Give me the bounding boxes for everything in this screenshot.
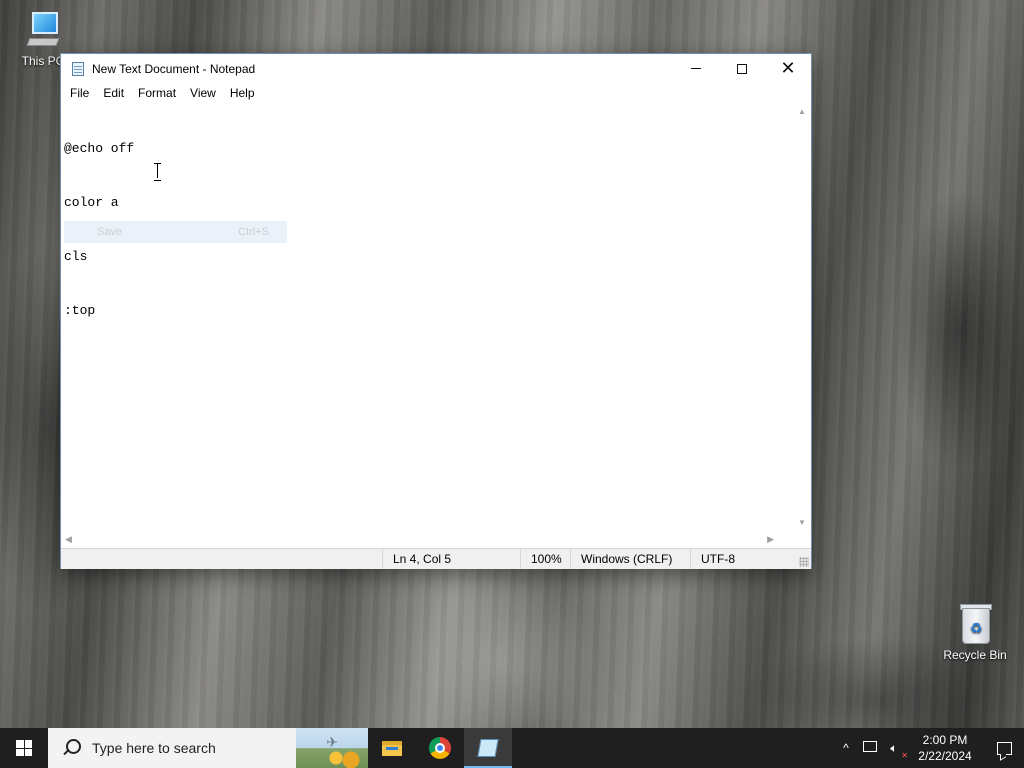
folder-icon bbox=[382, 740, 402, 756]
horizontal-scrollbar[interactable]: ◀ ▶ bbox=[61, 531, 796, 548]
start-button[interactable] bbox=[0, 728, 48, 768]
editor-line: @echo off bbox=[64, 141, 135, 156]
vertical-scrollbar[interactable]: ▲ ▼ bbox=[794, 103, 811, 531]
notepad-icon bbox=[70, 61, 86, 77]
maximize-icon bbox=[737, 63, 747, 74]
minimize-icon bbox=[691, 68, 701, 69]
taskbar-search-box[interactable]: Type here to search ✈ bbox=[48, 728, 368, 768]
close-button[interactable]: ✕ bbox=[765, 54, 811, 83]
clock-date: 2/22/2024 bbox=[918, 749, 972, 763]
title-bar[interactable]: New Text Document - Notepad ✕ bbox=[61, 54, 811, 83]
menu-edit[interactable]: Edit bbox=[96, 86, 131, 100]
chevron-up-icon[interactable]: ^ bbox=[834, 741, 858, 755]
minimize-button[interactable] bbox=[673, 54, 719, 83]
search-icon bbox=[62, 739, 81, 757]
desktop-icon-label: Recycle Bin bbox=[943, 648, 1007, 662]
ghost-menu-label: Save bbox=[97, 226, 123, 238]
menu-help[interactable]: Help bbox=[223, 86, 262, 100]
editor-line: cls bbox=[64, 249, 88, 264]
fading-menu-item-save: Save Ctrl+S bbox=[64, 221, 287, 243]
recycle-bin-icon: ♻ bbox=[958, 602, 992, 646]
scroll-down-icon[interactable]: ▼ bbox=[798, 518, 806, 527]
taskbar-notepad[interactable] bbox=[464, 728, 512, 768]
taskbar-chrome[interactable] bbox=[416, 728, 464, 768]
menu-file[interactable]: File bbox=[63, 86, 96, 100]
network-icon[interactable] bbox=[858, 741, 882, 755]
status-line-endings: Windows (CRLF) bbox=[570, 549, 690, 569]
desktop-icon-recycle-bin[interactable]: ♻ Recycle Bin bbox=[940, 602, 1010, 662]
windows-logo-icon bbox=[16, 740, 32, 756]
taskbar-file-explorer[interactable] bbox=[368, 728, 416, 768]
scroll-right-icon[interactable]: ▶ bbox=[767, 534, 774, 545]
menu-view[interactable]: View bbox=[183, 86, 223, 100]
notification-center-button[interactable] bbox=[984, 728, 1024, 768]
status-cursor-position: Ln 4, Col 5 bbox=[382, 549, 520, 569]
system-tray: ^ 🔈︎ 2:00 PM 2/22/2024 bbox=[834, 728, 1024, 768]
close-icon: ✕ bbox=[780, 58, 796, 78]
ghost-menu-shortcut: Ctrl+S bbox=[238, 226, 269, 238]
menu-format[interactable]: Format bbox=[131, 86, 183, 100]
notepad-window: New Text Document - Notepad ✕ File Edit … bbox=[60, 53, 812, 569]
editor-line: :top bbox=[64, 303, 96, 318]
scroll-up-icon[interactable]: ▲ bbox=[798, 107, 806, 116]
text-editor[interactable]: @echo off color a cls :top Save Ctrl+S bbox=[61, 103, 796, 531]
clock-time: 2:00 PM bbox=[922, 733, 968, 747]
notepad-icon bbox=[477, 739, 499, 757]
airplane-icon: ✈ bbox=[326, 734, 338, 750]
chrome-icon bbox=[429, 737, 451, 759]
search-placeholder: Type here to search bbox=[92, 740, 216, 756]
resize-grip-icon[interactable] bbox=[799, 557, 809, 567]
taskbar: Type here to search ✈ ^ 🔈︎ 2:00 PM 2/22/… bbox=[0, 728, 1024, 768]
clock[interactable]: 2:00 PM 2/22/2024 bbox=[906, 732, 984, 764]
menu-bar: File Edit Format View Help bbox=[61, 83, 811, 103]
notification-icon bbox=[996, 741, 1012, 755]
window-title: New Text Document - Notepad bbox=[92, 61, 256, 76]
scrollbar-corner bbox=[794, 531, 811, 548]
volume-muted-icon[interactable]: 🔈︎ bbox=[882, 741, 908, 760]
maximize-button[interactable] bbox=[719, 54, 765, 83]
status-zoom: 100% bbox=[520, 549, 570, 569]
computer-icon bbox=[26, 10, 60, 52]
status-encoding: UTF-8 bbox=[690, 549, 808, 569]
status-bar: Ln 4, Col 5 100% Windows (CRLF) UTF-8 bbox=[61, 548, 811, 569]
editor-line: color a bbox=[64, 195, 119, 210]
scroll-left-icon[interactable]: ◀ bbox=[65, 534, 72, 545]
text-cursor-icon bbox=[154, 163, 162, 181]
